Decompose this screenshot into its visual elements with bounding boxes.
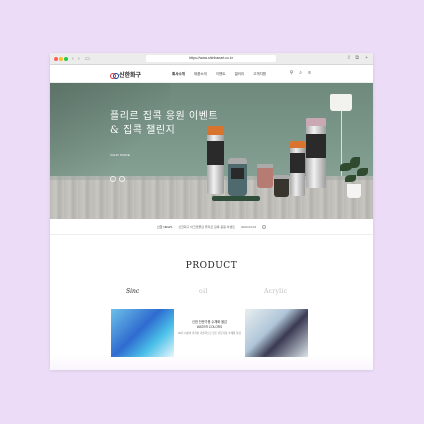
tabs-icon[interactable]: ⧉ [355, 55, 359, 62]
product-card-palette-image[interactable] [245, 309, 308, 357]
brand-tab-oil[interactable]: oil [199, 288, 208, 295]
logo-mark-icon [110, 72, 119, 79]
site-logo[interactable]: 신한화구 [110, 70, 141, 79]
news-headline[interactable]: 신한화구 아크릴물감 플리르 집콕 응원 이벤트 [178, 225, 235, 229]
product-card-watercolor-image[interactable] [111, 309, 174, 357]
next-slide-icon[interactable]: › [119, 176, 125, 182]
hero-title-line2: & 집콕 챌린지 [110, 125, 176, 136]
paint-tube [212, 196, 260, 201]
paint-jar [228, 158, 247, 196]
card-subtitle: WATER COLORS [196, 325, 223, 329]
paint-jar [274, 175, 289, 197]
prev-slide-icon[interactable]: ‹ [110, 176, 116, 182]
browser-toolbar: ‹ › ▭ https://www.shinhanart.co.kr ⇪ ⧉ + [50, 53, 373, 65]
nav-item-about[interactable]: 회사소개 [172, 72, 185, 77]
share-icon[interactable]: ⇪ [347, 55, 351, 62]
product-card-watercolor-info[interactable]: 신한 전문가용 수채화 물감 WATER COLORS 30년 이상의 축적된 … [178, 309, 241, 357]
spray-can [207, 126, 224, 194]
close-window-button[interactable] [54, 57, 58, 61]
plant-leaf [345, 175, 356, 182]
news-next-icon[interactable] [261, 224, 266, 229]
news-label: 신한 NEWS [157, 224, 173, 229]
menu-icon[interactable]: ≡ [308, 70, 311, 76]
new-tab-icon[interactable]: + [365, 55, 368, 62]
search-icon[interactable]: ⌕ [299, 70, 302, 76]
maximize-window-button[interactable] [64, 57, 68, 61]
back-icon[interactable]: ‹ [72, 56, 74, 62]
nav-item-products[interactable]: 제품소개 [194, 72, 207, 77]
sidebar-icon[interactable]: ▭ [85, 56, 90, 62]
news-ticker: 신한 NEWS 신한화구 아크릴물감 플리르 집콕 응원 이벤트 2020.04… [50, 219, 373, 235]
bottom-fade [0, 354, 424, 424]
brand-tabs: Sinc oil Acrylic [50, 284, 373, 308]
hero-banner: 플리르 집콕 응원 이벤트 & 집콕 챌린지 VIEW MORE ‹ › [50, 83, 373, 219]
card-description: 30년 이상의 축적된 기술력으로 만든 전문가용 수채화 물감 [178, 332, 241, 335]
view-more-link[interactable]: VIEW MORE [110, 153, 130, 157]
product-section-title: PRODUCT [185, 261, 238, 271]
brand-tab-sinc[interactable]: Sinc [126, 288, 139, 295]
browser-window: ‹ › ▭ https://www.shinhanart.co.kr ⇪ ⧉ +… [50, 53, 373, 370]
main-nav: 회사소개 제품소개 이벤트 갤러리 고객지원 [172, 72, 266, 77]
spray-can [306, 118, 326, 188]
card-title: 신한 전문가용 수채화 물감 [192, 320, 227, 324]
forward-icon[interactable]: › [78, 56, 80, 62]
nav-item-support[interactable]: 고객지원 [253, 72, 266, 77]
logo-text: 신한화구 [119, 73, 142, 79]
product-cards: 신한 전문가용 수채화 물감 WATER COLORS 30년 이상의 축적된 … [111, 309, 311, 359]
hero-title-line1: 플리르 집콕 응원 이벤트 [110, 111, 219, 122]
brand-tab-acrylic[interactable]: Acrylic [264, 288, 287, 295]
header-utilities: ⚲ ⌕ ≡ [290, 70, 311, 76]
hero-arrows: ‹ › [110, 176, 125, 182]
plant-pot [347, 184, 361, 198]
minimize-window-button[interactable] [59, 57, 63, 61]
address-bar[interactable]: https://www.shinhanart.co.kr [146, 55, 276, 62]
nav-item-events[interactable]: 이벤트 [216, 72, 226, 77]
site-header: 신한화구 회사소개 제품소개 이벤트 갤러리 고객지원 ⚲ ⌕ ≡ [50, 65, 373, 83]
plant-leaf [350, 157, 360, 168]
user-icon[interactable]: ⚲ [290, 70, 294, 76]
floor-lamp [330, 94, 352, 111]
nav-item-gallery[interactable]: 갤러리 [234, 72, 244, 77]
plant-leaf [357, 168, 368, 176]
paint-jar [257, 164, 273, 188]
news-date: 2020.04.03 [240, 224, 256, 229]
hero-title: 플리르 집콕 응원 이벤트 & 집콕 챌린지 [110, 110, 218, 138]
spray-can [290, 141, 305, 196]
